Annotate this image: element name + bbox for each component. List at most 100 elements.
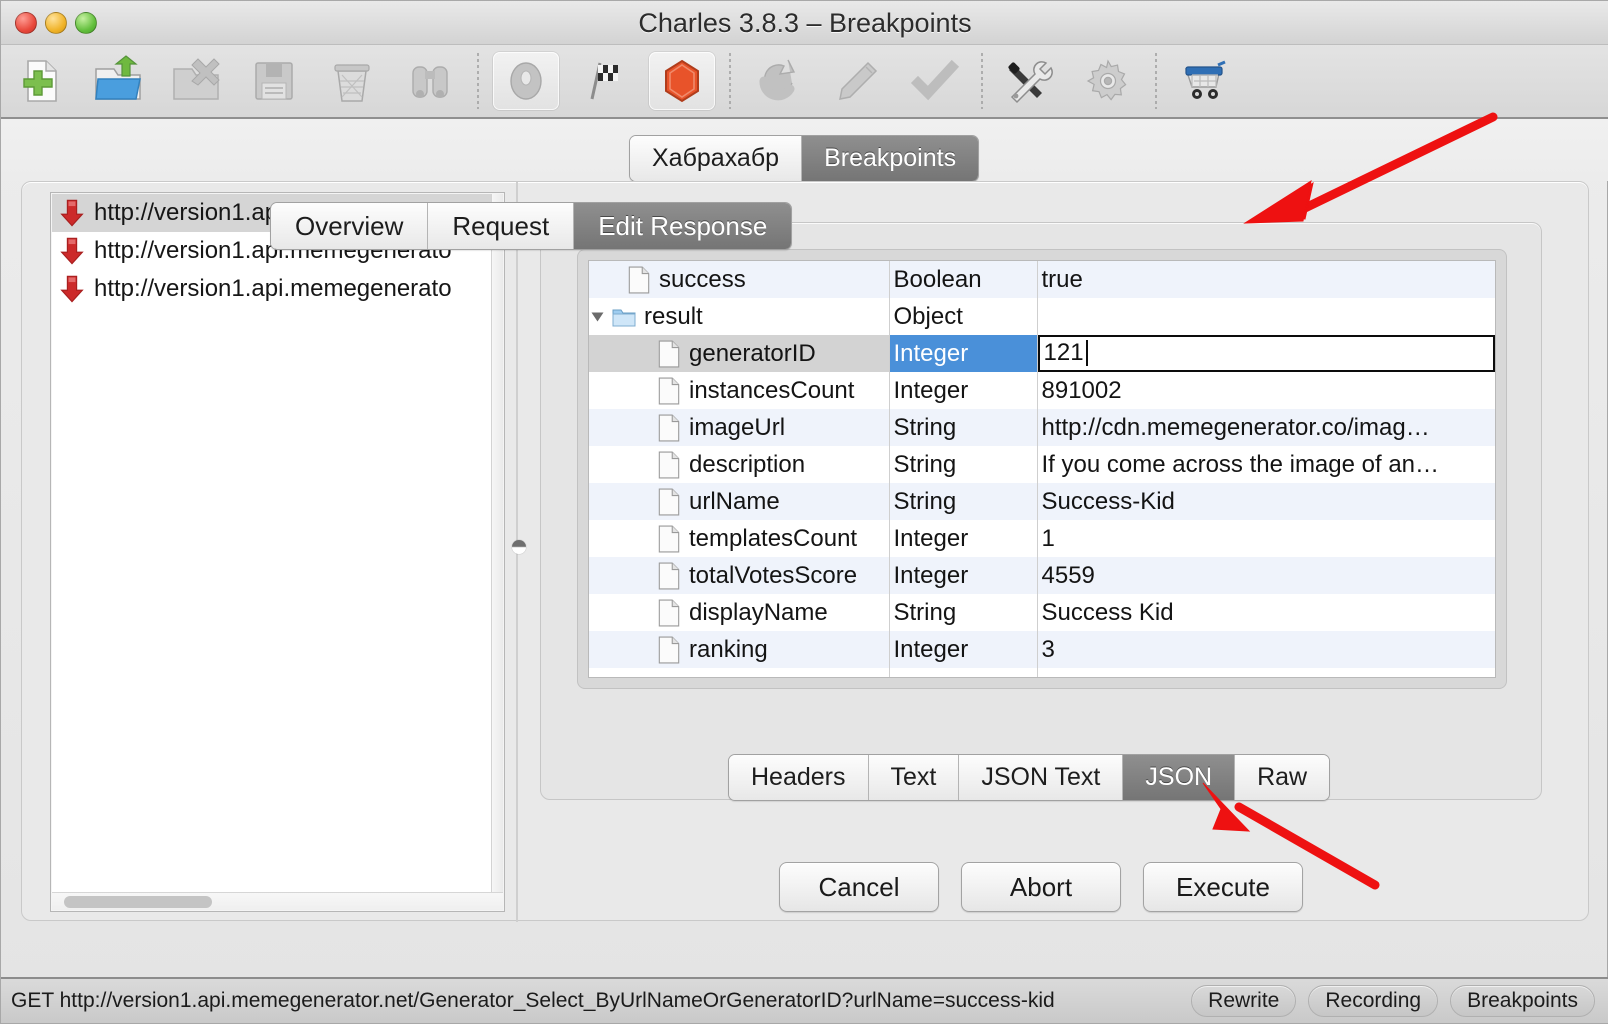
document-icon — [658, 525, 680, 552]
splitter-handle-icon[interactable] — [512, 540, 526, 554]
breakpoint-arrow-down-icon — [60, 237, 84, 265]
record-icon[interactable] — [493, 52, 559, 110]
table-row[interactable]: imageUrl String http://cdn.memegenerator… — [589, 409, 1495, 446]
tab-text[interactable]: Text — [868, 755, 960, 800]
validate-icon[interactable] — [895, 44, 973, 118]
abort-button[interactable]: Abort — [961, 862, 1121, 912]
row-value-cell[interactable]: http://cdn.memegenerator.co/imag… — [1037, 409, 1495, 446]
row-name-cell[interactable]: urlName — [589, 483, 890, 520]
clear-session-icon[interactable] — [313, 44, 391, 118]
row-name-cell[interactable]: templatesCount — [589, 520, 890, 557]
tab-request[interactable]: Request — [428, 203, 575, 249]
row-type-cell[interactable]: String — [889, 446, 1038, 483]
list-item[interactable]: http://version1.api.memegenerato — [52, 270, 491, 308]
table-row[interactable]: description String If you come across th… — [589, 446, 1495, 483]
row-type-cell[interactable]: String — [889, 594, 1038, 631]
table-row[interactable]: templatesCount Integer 1 — [589, 520, 1495, 557]
row-name-label: instancesCount — [689, 376, 855, 404]
row-type-cell[interactable]: Integer — [889, 520, 1038, 557]
throttle-icon[interactable] — [565, 44, 643, 118]
row-name-cell[interactable]: instancesCount — [589, 372, 890, 409]
value-edit-input[interactable]: 121 — [1037, 335, 1495, 372]
table-row-selected[interactable]: generatorID Integer 121 — [589, 335, 1495, 372]
row-value-cell[interactable]: 121 — [1037, 335, 1495, 372]
open-session-icon[interactable] — [79, 44, 157, 118]
tab-raw[interactable]: Raw — [1235, 755, 1330, 800]
dialog-action-buttons: Cancel Abort Execute — [540, 860, 1542, 914]
list-horizontal-scrollbar[interactable] — [52, 892, 503, 910]
row-type-cell[interactable]: Boolean — [889, 261, 1038, 298]
tab-json[interactable]: JSON — [1123, 755, 1236, 800]
execute-button[interactable]: Execute — [1143, 862, 1303, 912]
toolbar-separator-2 — [729, 53, 731, 109]
panel-splitter[interactable] — [512, 182, 526, 922]
tab-json-text[interactable]: JSON Text — [959, 755, 1124, 800]
breakpoint-arrow-down-icon — [60, 275, 84, 303]
find-icon[interactable] — [391, 44, 469, 118]
scrollbar-thumb[interactable] — [64, 896, 212, 908]
table-row[interactable]: totalVotesScore Integer 4559 — [589, 557, 1495, 594]
value-edit-text: 121 — [1043, 339, 1084, 366]
session-tabs: Хабрахабр Breakpoints — [629, 135, 980, 182]
table-row[interactable]: success Boolean true — [589, 261, 1495, 298]
table-row[interactable]: instancesCount Integer 891002 — [589, 372, 1495, 409]
tab-breakpoints[interactable]: Breakpoints — [802, 136, 979, 181]
row-value-cell[interactable]: 3 — [1037, 631, 1495, 668]
tab-overview[interactable]: Overview — [271, 203, 429, 249]
stop-icon[interactable] — [649, 52, 715, 110]
repeat-icon[interactable] — [739, 44, 817, 118]
tab-habrahabr[interactable]: Хабрахабр — [630, 136, 803, 181]
shopping-cart-icon[interactable] — [1165, 44, 1243, 118]
row-type-cell[interactable]: Object — [889, 298, 1038, 335]
tab-headers[interactable]: Headers — [729, 755, 869, 800]
row-type-cell[interactable]: String — [889, 409, 1038, 446]
row-type-cell[interactable]: Integer — [889, 631, 1038, 668]
toolbar-separator-1 — [477, 53, 479, 109]
table-row[interactable]: urlName String Success-Kid — [589, 483, 1495, 520]
charles-window: Charles 3.8.3 – Breakpoints Хабрахабр Br… — [0, 0, 1608, 1024]
row-name-cell[interactable]: generatorID — [589, 335, 890, 372]
row-type-cell[interactable]: Integer — [889, 372, 1038, 409]
table-row[interactable]: result Object — [589, 298, 1495, 335]
chevron-down-icon[interactable] — [591, 312, 604, 321]
new-session-icon[interactable] — [1, 44, 79, 118]
rewrite-toggle[interactable]: Rewrite — [1191, 985, 1297, 1017]
row-type-cell[interactable]: Integer — [889, 335, 1038, 372]
row-name-cell[interactable]: result — [589, 298, 890, 335]
breakpoints-toggle[interactable]: Breakpoints — [1450, 985, 1595, 1017]
row-name-label: urlName — [689, 487, 780, 515]
row-name-cell[interactable]: description — [589, 446, 890, 483]
row-name-cell[interactable]: displayName — [589, 594, 890, 631]
recording-toggle[interactable]: Recording — [1308, 985, 1439, 1017]
tools-icon[interactable] — [991, 44, 1069, 118]
json-table-frame: success Boolean true result Object gener… — [577, 249, 1507, 689]
row-value-cell[interactable]: If you come across the image of an… — [1037, 446, 1495, 483]
row-name-cell[interactable]: ranking — [589, 631, 890, 668]
document-icon — [658, 636, 680, 663]
row-value-cell[interactable] — [1037, 298, 1495, 335]
row-value-cell[interactable]: 4559 — [1037, 557, 1495, 594]
compose-icon[interactable] — [817, 44, 895, 118]
save-session-icon[interactable] — [235, 44, 313, 118]
row-value-cell[interactable]: Success Kid — [1037, 594, 1495, 631]
row-type-cell[interactable]: String — [889, 483, 1038, 520]
row-value-cell[interactable]: 1 — [1037, 520, 1495, 557]
row-name-cell[interactable]: success — [589, 261, 890, 298]
settings-gear-icon[interactable] — [1069, 44, 1147, 118]
json-table-scroll[interactable]: success Boolean true result Object gener… — [588, 260, 1496, 678]
text-caret — [1085, 340, 1088, 366]
close-session-icon[interactable] — [157, 44, 235, 118]
breakpoint-list-scroll[interactable]: http://version1.api.memegenerato http://… — [52, 194, 491, 892]
row-value-cell[interactable]: true — [1037, 261, 1495, 298]
list-vertical-scrollbar[interactable] — [491, 194, 503, 892]
cancel-button[interactable]: Cancel — [779, 862, 939, 912]
tab-edit-response[interactable]: Edit Response — [574, 203, 792, 249]
row-value-cell[interactable]: 891002 — [1037, 372, 1495, 409]
row-name-cell[interactable]: totalVotesScore — [589, 557, 890, 594]
row-name-cell[interactable]: imageUrl — [589, 409, 890, 446]
table-row[interactable]: ranking Integer 3 — [589, 631, 1495, 668]
table-row[interactable]: displayName String Success Kid — [589, 594, 1495, 631]
row-type-cell[interactable]: Integer — [889, 557, 1038, 594]
row-value-cell[interactable]: Success-Kid — [1037, 483, 1495, 520]
status-request-text: GET http://version1.api.memegenerator.ne… — [11, 989, 1055, 1012]
